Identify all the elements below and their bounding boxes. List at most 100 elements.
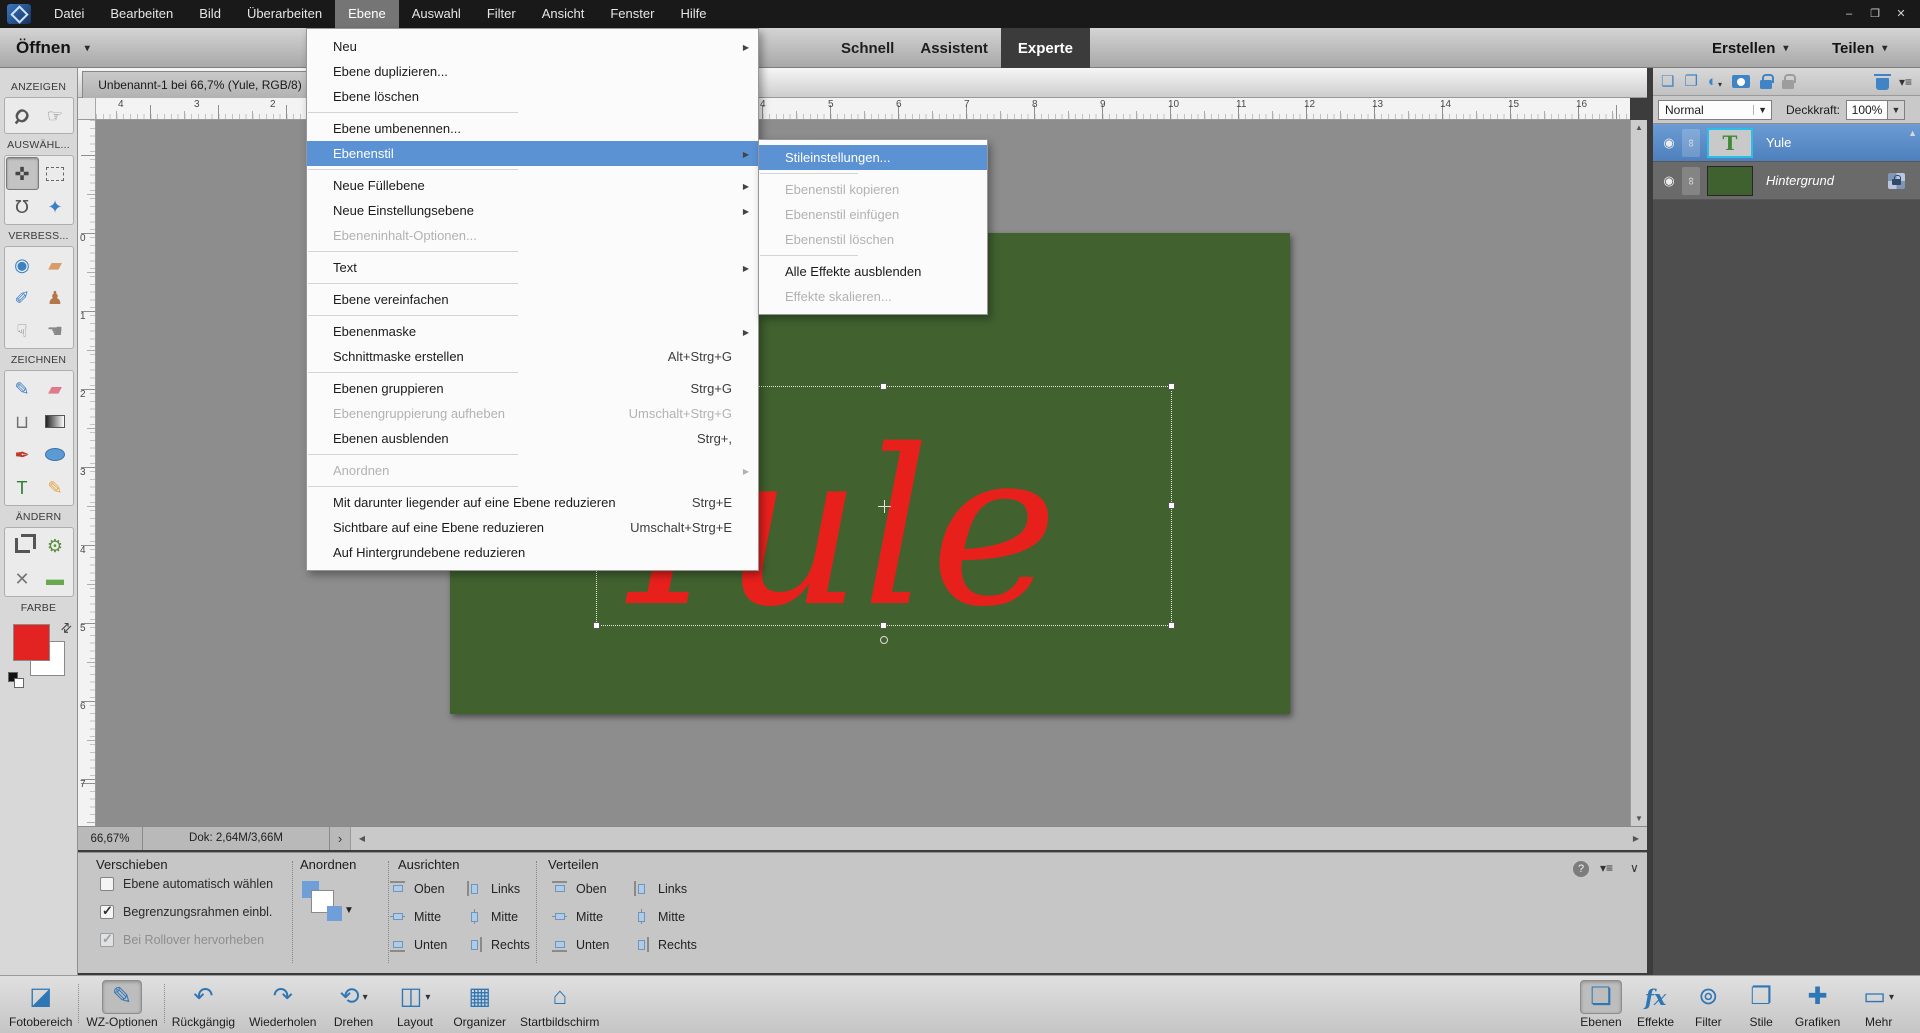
paint-bucket-tool[interactable]: ⊔ (6, 405, 39, 438)
resize-handle[interactable] (880, 383, 887, 390)
horizontal-scrollbar[interactable]: ◀ ▶ (350, 827, 1647, 850)
panel-menu-icon[interactable]: ▾≡ (1600, 861, 1613, 875)
tab-assistent[interactable]: Assistent (907, 28, 1001, 68)
menu-item[interactable]: Stileinstellungen... (759, 145, 987, 170)
distribute-mitte-v-button[interactable]: Mitte (552, 907, 609, 926)
zoom-tool[interactable]: Ϙ (6, 99, 39, 132)
layer-name[interactable]: Yule (1766, 135, 1791, 150)
align-links-button[interactable]: Links (467, 879, 530, 898)
menu-item[interactable]: Ebenenstil (307, 141, 758, 166)
menu-item[interactable]: Ebenenmaske (307, 319, 758, 344)
menu-fenster[interactable]: Fenster (597, 0, 667, 28)
collapse-panel-icon[interactable]: ∨ (1630, 861, 1639, 875)
menu-item[interactable]: Sichtbare auf eine Ebene reduzieren Umsc… (307, 515, 758, 540)
ebenen-button[interactable]: ❏▾ Ebenen (1573, 978, 1629, 1033)
menu-item[interactable]: Ebene vereinfachen (307, 287, 758, 312)
menu-item[interactable] (759, 252, 987, 259)
layer-thumbnail[interactable] (1707, 166, 1753, 196)
drehen-button[interactable]: ⟲▾ Drehen (323, 978, 383, 1033)
recompose-tool[interactable]: ⚙ (39, 529, 72, 562)
brush-tool[interactable]: ✎ (6, 372, 39, 405)
checkbox[interactable] (100, 933, 114, 947)
swap-colors-icon[interactable]: ⇄ (57, 618, 76, 637)
new-layer-icon[interactable]: ❏ (1661, 74, 1674, 89)
menu-item[interactable]: Ebene umbenennen... (307, 116, 758, 141)
menu-item[interactable]: Ebenen ausblenden Strg+, (307, 426, 758, 451)
scroll-down-icon[interactable]: ▼ (1631, 814, 1647, 823)
layer-row-hintergrund[interactable]: ◉ ∞ Hintergrund (1653, 162, 1920, 200)
rueckgaengig-button[interactable]: ↶▾ Rückgängig (165, 978, 242, 1033)
menu-item[interactable] (759, 170, 987, 177)
distribute-oben-button[interactable]: Oben (552, 879, 609, 898)
eyedropper-tool[interactable]: ✒ (6, 438, 39, 471)
auto-select-layer-checkbox[interactable]: Ebene automatisch wählen (100, 875, 273, 893)
menu-hilfe[interactable]: Hilfe (667, 0, 719, 28)
align-oben-button[interactable]: Oben (390, 879, 447, 898)
organizer-button[interactable]: ▦▾ Organizer (446, 978, 513, 1033)
highlight-on-rollover-checkbox[interactable]: Bei Rollover hervorheben (100, 931, 273, 949)
document-tab[interactable]: Unbenannt-1 bei 66,7% (Yule, RGB/8) (82, 71, 318, 98)
shape-tool[interactable] (39, 438, 72, 471)
share-button[interactable]: Teilen ▾ (1832, 28, 1887, 68)
gradient-tool[interactable] (39, 405, 72, 438)
menu-auswahl[interactable]: Auswahl (399, 0, 474, 28)
eraser-tool[interactable]: ▰ (39, 372, 72, 405)
delete-layer-icon[interactable] (1876, 74, 1889, 90)
layer-name[interactable]: Hintergrund (1766, 173, 1834, 188)
distribute-unten-button[interactable]: Unten (552, 935, 609, 954)
foreground-color-swatch[interactable] (13, 624, 50, 661)
checkbox[interactable] (100, 905, 114, 919)
resize-handle[interactable] (1168, 383, 1175, 390)
close-button[interactable]: ✕ (1890, 5, 1912, 23)
menu-datei[interactable]: Datei (41, 0, 97, 28)
menu-item[interactable] (307, 483, 758, 490)
menu-item[interactable]: Ebene duplizieren... (307, 59, 758, 84)
scroll-right-icon[interactable]: ▶ (1628, 834, 1644, 843)
wz-optionen-button[interactable]: ✎▾ WZ-Optionen (79, 978, 164, 1033)
scroll-left-icon[interactable]: ◀ (354, 834, 370, 843)
menu-filter[interactable]: Filter (474, 0, 529, 28)
straighten-tool[interactable]: ▬ (39, 562, 72, 595)
grafiken-button[interactable]: ✚▾ Grafiken (1788, 978, 1847, 1033)
layer-mask-icon[interactable] (1732, 75, 1750, 88)
distribute-mitte-h-button[interactable]: Mitte (634, 907, 697, 926)
menu-item[interactable]: Ebeneninhalt-Optionen... (307, 223, 758, 248)
distribute-links-button[interactable]: Links (634, 879, 697, 898)
menu-item[interactable]: Schnittmaske erstellen Alt+Strg+G (307, 344, 758, 369)
menu-item[interactable] (307, 451, 758, 458)
document-size[interactable]: Dok: 2,64M/3,66M (142, 827, 330, 850)
align-unten-button[interactable]: Unten (390, 935, 447, 954)
menu-bild[interactable]: Bild (186, 0, 234, 28)
stile-button[interactable]: ❐▾ Stile (1734, 978, 1788, 1033)
crop-tool[interactable] (6, 529, 39, 562)
menu-item[interactable] (307, 312, 758, 319)
menu-item[interactable]: Alle Effekte ausblenden (759, 259, 987, 284)
menu-ueberarbeiten[interactable]: Überarbeiten (234, 0, 335, 28)
red-eye-tool[interactable]: ◉ (6, 248, 39, 281)
duplicate-layer-icon[interactable]: ❐ (1684, 74, 1697, 89)
resize-handle[interactable] (593, 622, 600, 629)
align-mitte-h-button[interactable]: Mitte (467, 907, 530, 926)
pencil-tool[interactable]: ✎ (39, 471, 72, 504)
menu-item[interactable] (307, 109, 758, 116)
help-icon[interactable]: ? (1573, 861, 1589, 877)
menu-item[interactable]: Mit darunter liegender auf eine Ebene re… (307, 490, 758, 515)
menu-item[interactable]: Neu (307, 34, 758, 59)
menu-item[interactable]: Ebenengruppierung aufheben Umschalt+Strg… (307, 401, 758, 426)
layer-visibility-icon[interactable]: ◉ (1658, 135, 1680, 151)
tab-schnell[interactable]: Schnell (828, 28, 907, 68)
healing-brush-tool[interactable]: ▰ (39, 248, 72, 281)
menu-item[interactable]: Ebenenstil einfügen (759, 202, 987, 227)
hand-tool[interactable]: ☞ (39, 99, 72, 132)
zoom-level[interactable]: 66,67% (78, 833, 142, 845)
menu-item[interactable]: Effekte skalieren... (759, 284, 987, 309)
startbildschirm-button[interactable]: ⌂▾ Startbildschirm (513, 978, 606, 1033)
lock-transparency-icon[interactable] (1782, 74, 1794, 89)
menu-item[interactable] (307, 280, 758, 287)
blend-mode-select[interactable]: Normal ▼ (1658, 100, 1772, 120)
lasso-tool[interactable]: ℧ (6, 190, 39, 223)
arrange-dropdown[interactable]: ▼ (302, 879, 358, 935)
menu-item[interactable]: Neue Einstellungsebene (307, 198, 758, 223)
resize-handle[interactable] (880, 622, 887, 629)
smart-brush-tool[interactable]: ✐ (6, 281, 39, 314)
